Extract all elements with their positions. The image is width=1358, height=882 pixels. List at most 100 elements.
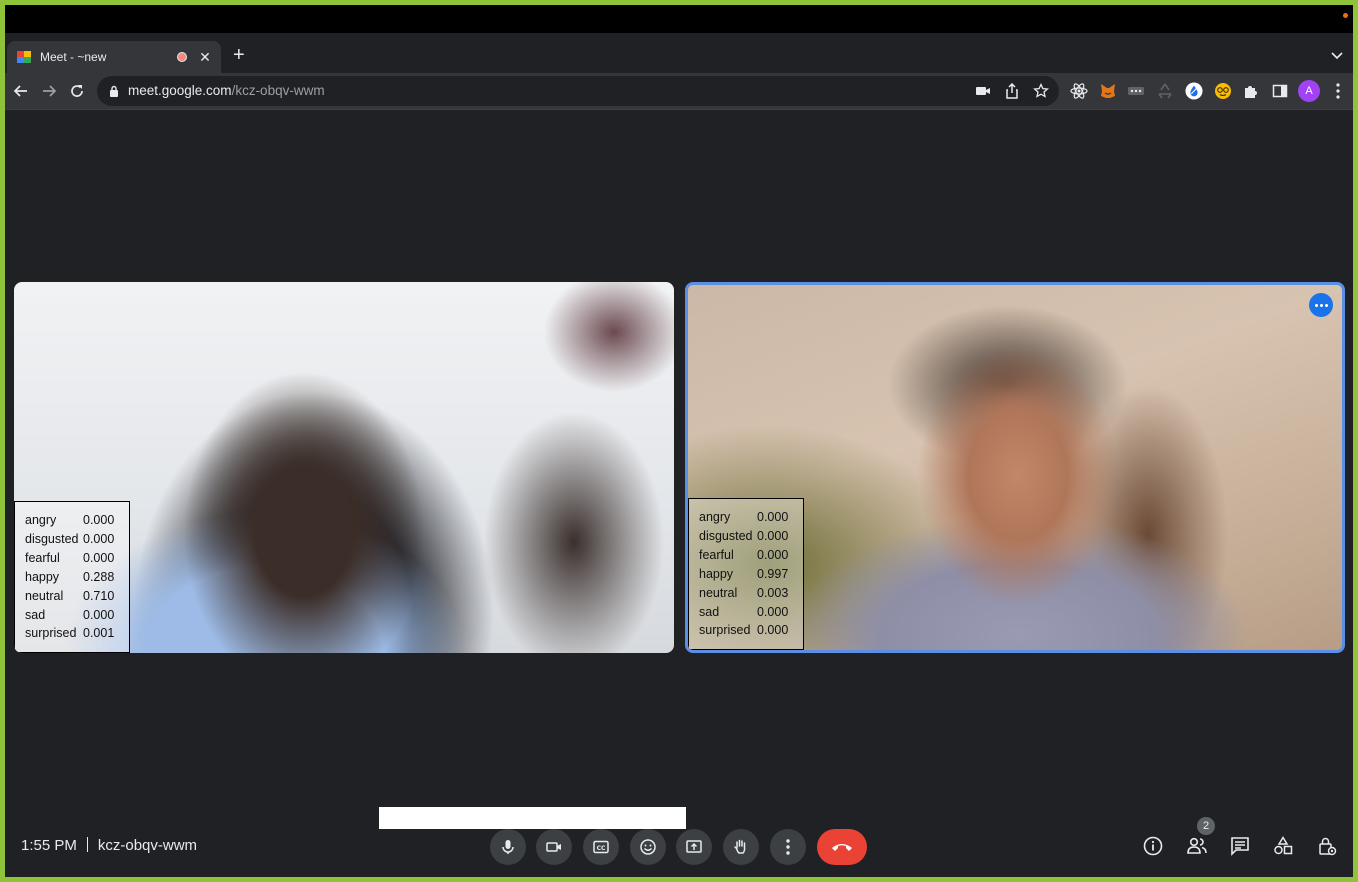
more-options-button[interactable] [770, 829, 806, 865]
tile-more-options-icon[interactable] [1309, 293, 1333, 317]
info-icon [1143, 836, 1163, 856]
svg-text:CC: CC [597, 845, 606, 852]
emotion-label: neutral [699, 585, 738, 600]
present-button[interactable] [676, 829, 712, 865]
water-drop-icon[interactable] [1185, 82, 1203, 100]
emotion-label: fearful [699, 547, 734, 562]
raise-hand-button[interactable] [723, 829, 759, 865]
emotion-row: neutral 0.710 [25, 587, 129, 606]
chat-button[interactable] [1228, 834, 1252, 858]
tab-search-chevron-icon[interactable] [1331, 47, 1343, 65]
host-controls-icon [1319, 837, 1337, 856]
activities-icon [1274, 836, 1293, 855]
emotion-value: 0.000 [757, 547, 789, 562]
emotion-value: 0.000 [83, 513, 115, 527]
title-bar [5, 5, 1353, 33]
recycle-icon[interactable] [1156, 82, 1174, 100]
captions-button[interactable]: CC [583, 829, 619, 865]
metamask-fox-icon[interactable] [1099, 82, 1117, 100]
chat-icon [1231, 837, 1249, 856]
browser-menu-icon[interactable] [1329, 82, 1347, 100]
emotion-row: disgusted 0.000 [699, 527, 803, 546]
emotion-scores-panel: angry 0.000 disgusted 0.000 fearful 0.000 h… [688, 498, 804, 650]
active-speaker-video-tile[interactable]: angry 0.000 disgusted 0.000 fearful 0.000 h… [685, 282, 1345, 653]
emotion-label: happy [25, 569, 60, 584]
participant-count-badge: 2 [1197, 817, 1215, 835]
bookmark-star-icon[interactable] [1033, 83, 1049, 99]
emotion-row: sad 0.000 [25, 606, 129, 625]
emotion-row: neutral 0.003 [699, 584, 803, 603]
emotion-label: angry [699, 510, 731, 524]
mic-icon [502, 840, 514, 854]
tab-recording-icon [177, 52, 187, 62]
side-panel-icon[interactable] [1271, 82, 1289, 100]
camera-in-use-icon[interactable] [975, 83, 991, 99]
divider [86, 837, 88, 852]
meeting-details-button[interactable] [1141, 834, 1165, 858]
toolbar-divider [5, 109, 1353, 110]
emotion-label: disgusted [699, 528, 753, 543]
password-dots-icon[interactable] [1127, 82, 1145, 100]
emotion-label: surprised [699, 623, 751, 638]
emotion-value: 0.000 [757, 528, 789, 543]
meeting-info: 1:55 PM kcz-obqv-wwm [21, 837, 197, 854]
emotion-label: surprised [25, 626, 77, 641]
emotion-value: 0.000 [83, 550, 115, 565]
people-button[interactable] [1185, 834, 1209, 858]
url-text: meet.google.com/kcz-obqv-wwm [128, 83, 325, 98]
camera-icon [546, 842, 561, 852]
url-host: meet.google.com [128, 83, 232, 98]
reload-icon[interactable] [67, 81, 87, 101]
emotion-row: angry 0.000 [699, 508, 803, 527]
leave-call-button[interactable] [817, 829, 867, 865]
emotion-row: happy 0.288 [25, 568, 129, 587]
emotion-row: surprised 0.001 [25, 624, 129, 643]
profile-avatar[interactable]: A [1298, 80, 1320, 102]
emotion-value: 0.000 [757, 510, 789, 524]
host-controls-button[interactable] [1315, 834, 1339, 858]
share-icon[interactable] [1004, 83, 1020, 99]
emotion-label: sad [699, 604, 720, 619]
emotion-label: happy [699, 566, 734, 581]
captions-icon: CC [593, 840, 609, 854]
activities-button[interactable] [1271, 834, 1295, 858]
emotion-label: fearful [25, 550, 60, 565]
raise-hand-icon [734, 839, 746, 854]
emotion-row: disgusted 0.000 [25, 530, 129, 549]
recording-indicator-icon [1343, 13, 1348, 18]
emotion-value: 0.003 [757, 585, 789, 600]
emotion-scores-panel: angry 0.000 disgusted 0.000 fearful 0.000 h… [14, 501, 130, 653]
camera-button[interactable] [536, 829, 572, 865]
emotion-value: 0.710 [83, 588, 115, 603]
tab-close-icon[interactable]: ✕ [199, 49, 211, 66]
meeting-time: 1:55 PM [21, 837, 77, 854]
lock-icon [110, 85, 118, 97]
emotion-value: 0.000 [757, 623, 789, 638]
forward-icon[interactable] [39, 81, 59, 101]
new-tab-button[interactable]: + [233, 45, 245, 65]
emotion-value: 0.000 [757, 604, 789, 619]
meet-favicon-icon [17, 51, 31, 63]
emotion-value: 0.288 [83, 569, 115, 584]
emotion-row: angry 0.000 [25, 511, 129, 530]
nerd-face-icon[interactable] [1214, 82, 1232, 100]
emotion-row: surprised 0.000 [699, 621, 803, 640]
mic-button[interactable] [490, 829, 526, 865]
redaction-bar [379, 807, 686, 829]
emoji-icon [640, 839, 656, 855]
emotion-row: sad 0.000 [699, 603, 803, 622]
emotion-value: 0.001 [83, 626, 115, 641]
emotion-value: 0.997 [757, 566, 789, 581]
emotion-row: happy 0.997 [699, 565, 803, 584]
hangup-icon [832, 844, 852, 851]
react-devtools-icon[interactable] [1070, 82, 1088, 100]
extensions-puzzle-icon[interactable] [1242, 82, 1260, 100]
emoji-button[interactable] [630, 829, 666, 865]
back-icon[interactable] [11, 81, 31, 101]
tab-meet[interactable]: Meet - ~new ✕ [7, 41, 221, 73]
address-bar[interactable]: meet.google.com/kcz-obqv-wwm [97, 76, 1059, 106]
meeting-code: kcz-obqv-wwm [97, 837, 198, 854]
emotion-value: 0.000 [83, 607, 115, 622]
participant-video-tile[interactable]: angry 0.000 disgusted 0.000 fearful 0.000 h… [14, 282, 674, 653]
emotion-row: fearful 0.000 [699, 546, 803, 565]
